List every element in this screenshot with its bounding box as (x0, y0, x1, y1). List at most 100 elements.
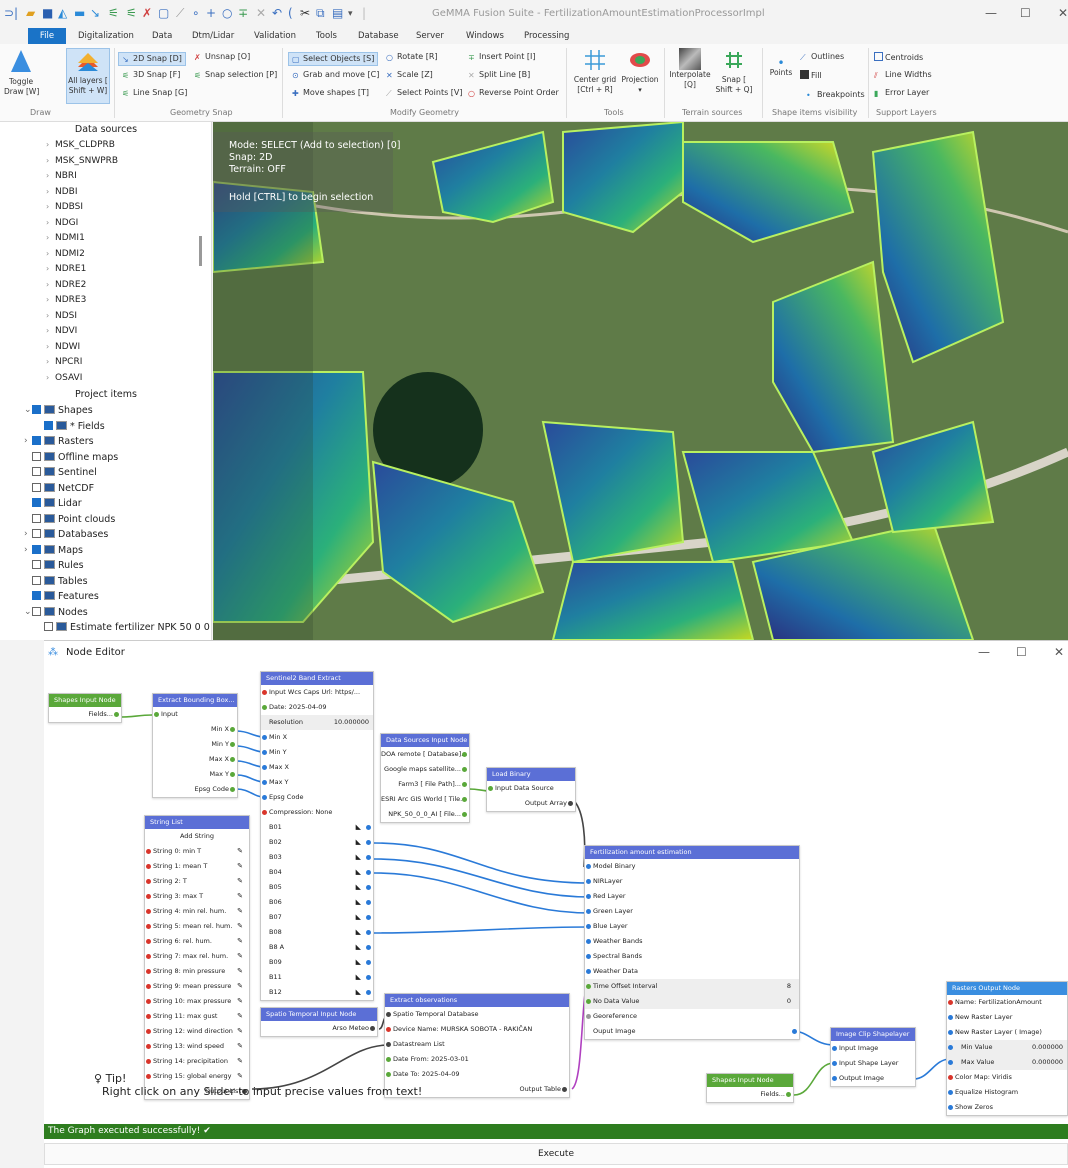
string-item[interactable]: String 1: mean T ✎ (145, 859, 249, 874)
chevron-right-icon[interactable]: › (46, 233, 49, 242)
snap-icon[interactable]: ↘ (90, 6, 100, 20)
select-objects-button[interactable]: ▢ Select Objects [S] (288, 52, 379, 66)
image-clip-node[interactable]: Image Clip Shapelayer Input Image Input S… (830, 1027, 916, 1087)
cut-icon[interactable]: ✂ (300, 6, 310, 20)
string-list-node[interactable]: String List Add String String 0: min T ✎ S… (144, 815, 250, 1100)
reverse-point-order-button[interactable]: ○ Reverse Point Order (468, 88, 559, 98)
data-source-item[interactable]: NDMI2 (55, 249, 85, 259)
port-dot[interactable] (366, 840, 371, 845)
data-source-item[interactable]: NDVI (55, 326, 77, 336)
port-dot[interactable] (948, 1045, 953, 1050)
menu-digitalization[interactable]: Digitalization (72, 28, 140, 44)
compression-field[interactable]: Compression: None (261, 805, 373, 820)
interpolate-button[interactable]: Interpolate [Q] (668, 48, 712, 90)
string-item[interactable]: String 2: T ✎ (145, 874, 249, 889)
visibility-checkbox[interactable] (32, 498, 41, 507)
chevron-right-icon[interactable]: › (46, 171, 49, 180)
move-icon[interactable]: + (206, 6, 216, 20)
visibility-checkbox[interactable] (32, 560, 41, 569)
port-dot[interactable] (146, 969, 151, 974)
expand-arrow-icon[interactable]: › (24, 436, 28, 446)
port-dot[interactable] (462, 812, 467, 817)
menu-validation[interactable]: Validation (248, 28, 302, 44)
data-sources-input-node[interactable]: Data Sources Input Node DOA remote [ Dat… (380, 733, 470, 823)
snap-3d-button[interactable]: ⚟ 3D Snap [F] (122, 70, 180, 80)
port-dot[interactable] (146, 984, 151, 989)
edit-icon[interactable]: ✎ (237, 874, 243, 889)
port-dot[interactable] (146, 1059, 151, 1064)
edit-icon[interactable]: ✎ (237, 979, 243, 994)
date-from-field[interactable]: Date From: 2025-03-01 (385, 1052, 569, 1067)
equalize-histogram-toggle[interactable]: Equalize Histogram (947, 1085, 1067, 1100)
visibility-checkbox[interactable] (32, 513, 41, 523)
port-dot[interactable] (262, 810, 267, 815)
redo-icon[interactable]: ( (288, 6, 293, 20)
port-dot[interactable] (230, 787, 235, 792)
port-dot[interactable] (146, 1014, 151, 1019)
port-dot[interactable] (114, 712, 119, 717)
projection-button[interactable]: Projection ▾ (620, 48, 660, 95)
maximize-icon[interactable]: ☐ (1020, 6, 1031, 20)
port-dot[interactable] (562, 1087, 567, 1092)
port-dot[interactable] (586, 924, 591, 929)
edit-icon[interactable]: ✎ (237, 1039, 243, 1054)
edit-icon[interactable]: ✎ (237, 964, 243, 979)
edit-icon[interactable]: ✎ (237, 934, 243, 949)
error-layer-button[interactable]: ▮ Error Layer (874, 88, 929, 98)
split-line-button[interactable]: ✕ Split Line [B] (468, 70, 530, 80)
port-dot[interactable] (386, 1042, 391, 1047)
data-source-item[interactable]: MSK_SNWPRB (55, 156, 118, 166)
edit-icon[interactable]: ✎ (237, 889, 243, 904)
data-sources-scrollbar[interactable] (199, 236, 202, 266)
port-dot[interactable] (832, 1046, 837, 1051)
data-source-item[interactable]: OSAVI (55, 373, 82, 383)
visibility-checkbox[interactable] (32, 451, 41, 461)
port-dot[interactable] (948, 1000, 953, 1005)
data-source-item[interactable]: MSK_CLDPRB (55, 140, 115, 150)
visibility-checkbox[interactable] (44, 420, 53, 430)
project-item[interactable]: › Databases (24, 529, 108, 540)
execute-button[interactable]: Execute (44, 1143, 1068, 1165)
chevron-right-icon[interactable]: › (46, 280, 49, 289)
data-source-item[interactable]: NDBI (55, 187, 78, 197)
line-snap-button[interactable]: ⚟ Line Snap [G] (122, 88, 187, 98)
port-dot[interactable] (146, 864, 151, 869)
chevron-right-icon[interactable]: › (46, 326, 49, 335)
string-item[interactable]: String 11: max gust ✎ (145, 1009, 249, 1024)
grab-move-button[interactable]: ⊙ Grab and move [C] (292, 70, 379, 80)
snap-2d-button[interactable]: ↘ 2D Snap [D] (118, 52, 186, 66)
expand-arrow-icon[interactable]: › (24, 529, 28, 539)
quick-tool-icon[interactable]: ◭ (58, 6, 67, 20)
sentinel2-band-extract-node[interactable]: Sentinel2 Band Extract Input Wcs Caps Ur… (260, 671, 374, 1001)
port-dot[interactable] (586, 969, 591, 974)
port-dot[interactable] (146, 894, 151, 899)
port-dot[interactable] (154, 712, 159, 717)
menu-tools[interactable]: Tools (310, 28, 343, 44)
resolution-field[interactable]: Resolution 10.000000 (261, 715, 373, 730)
port-dot[interactable] (386, 1012, 391, 1017)
data-source-item[interactable]: NPCRI (55, 357, 82, 367)
data-source-item[interactable]: NBRI (55, 171, 77, 181)
fertilization-estimation-node[interactable]: Fertilization amount estimation Model Bi… (584, 845, 800, 1040)
add-string-button[interactable]: Add String (145, 829, 249, 844)
chevron-right-icon[interactable]: › (46, 140, 49, 149)
port-dot[interactable] (586, 864, 591, 869)
map-view[interactable]: Mode: SELECT (Add to selection) [0] Snap… (213, 122, 1068, 640)
close-icon[interactable]: ✕ (1058, 6, 1068, 20)
min-value-field[interactable]: Min Value 0.000000 (947, 1040, 1067, 1055)
port-dot[interactable] (230, 742, 235, 747)
raster-name-field[interactable]: Name: FertilizationAmount (947, 995, 1067, 1010)
outlines-button[interactable]: ⟋ Outlines (800, 52, 844, 62)
port-dot[interactable] (586, 894, 591, 899)
port-dot[interactable] (948, 1060, 953, 1065)
project-item[interactable]: › Maps (24, 544, 83, 556)
port-dot[interactable] (366, 915, 371, 920)
project-item[interactable]: Lidar (32, 498, 82, 509)
project-item[interactable]: Tables (32, 575, 88, 587)
data-source-item[interactable]: NDSI (55, 311, 77, 321)
port-dot[interactable] (146, 1029, 151, 1034)
visibility-checkbox[interactable] (32, 544, 41, 554)
fill-button[interactable]: Fill (800, 70, 822, 81)
port-dot[interactable] (146, 879, 151, 884)
port-dot[interactable] (786, 1092, 791, 1097)
